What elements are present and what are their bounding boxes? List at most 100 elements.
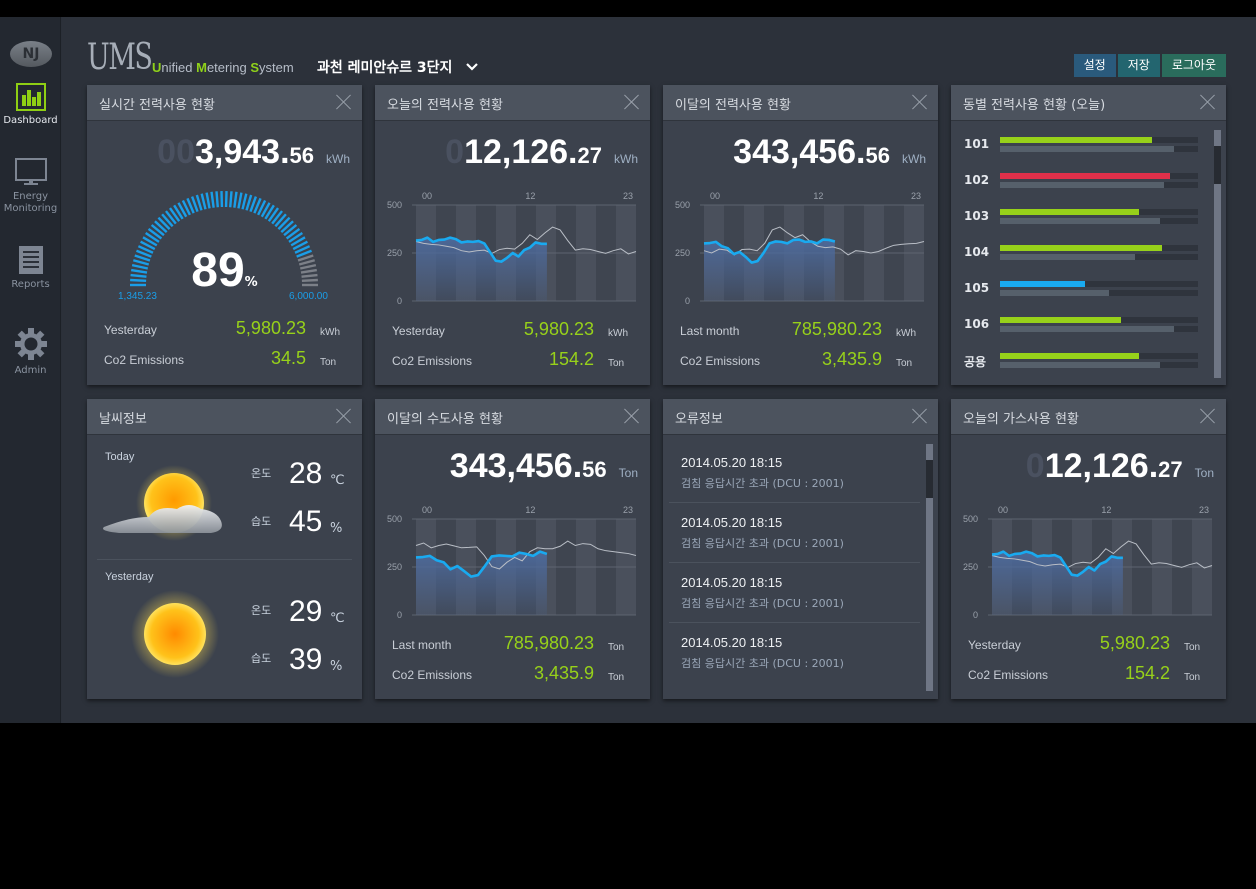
gauge-tick [210, 191, 215, 208]
close-icon[interactable] [624, 408, 640, 424]
save-button[interactable]: 저장 [1117, 54, 1160, 77]
yesterday-temp-label: 온도 [251, 604, 272, 617]
gauge-tick [229, 191, 233, 208]
x-tick-label: 00 [998, 505, 1008, 515]
reading-unit: kWh [902, 152, 926, 166]
bar-track-today [1000, 173, 1198, 179]
stat-unit: kWh [320, 327, 340, 338]
month-water-reading: 343,456.56 Ton [375, 447, 650, 486]
subtitle-text: etering [206, 60, 251, 75]
panel-title: 오늘의 가스사용 현황 [963, 412, 1079, 427]
close-icon[interactable] [624, 94, 640, 110]
weather-divider [97, 559, 352, 560]
today-humidity-unit: % [330, 521, 343, 536]
stat-label: Yesterday [392, 324, 445, 338]
scrollbar[interactable] [1214, 130, 1221, 378]
bar-fill-today [1000, 281, 1086, 287]
close-icon[interactable] [336, 94, 352, 110]
monitor-icon [14, 158, 47, 185]
sidebar-item-dashboard[interactable]: Dashboard [0, 83, 61, 127]
building-name: 106 [964, 317, 990, 331]
bar-track-today [1000, 137, 1198, 143]
site-name: 과천 레미안슈르 3단지 [317, 60, 453, 76]
stat-co2: Co2 Emissions 3,435.9 Ton [392, 662, 638, 684]
building-name: 103 [964, 209, 990, 223]
bar-track-reference [1000, 218, 1198, 224]
y-tick-label: 500 [387, 514, 402, 524]
reading-decimal: 56 [289, 143, 314, 168]
gauge-tick [233, 191, 238, 208]
stat-last-month: Last month 785,980.23 kWh [680, 318, 926, 340]
stat-co2: Co2 Emissions 154.2 Ton [392, 348, 638, 370]
y-tick-label: 0 [397, 296, 402, 305]
close-icon[interactable] [912, 408, 928, 424]
stat-value: 154.2 [1124, 663, 1170, 683]
building-name: 101 [964, 137, 990, 151]
sidebar-item-energy-monitoring[interactable]: Energy Monitoring [0, 157, 61, 215]
bar-track-reference [1000, 326, 1198, 332]
panel-building-power: 동별 전력사용 현황 (오늘) 101 102 103 104 105 106 공용 [951, 85, 1226, 385]
reading-unit: kWh [326, 152, 350, 166]
company-logo: NJ [10, 41, 52, 67]
bar-fill-reference [1000, 182, 1165, 188]
scrollbar-thumb[interactable] [1214, 146, 1221, 184]
gauge-min-label: 1,345.23 [118, 291, 157, 302]
sidebar-item-admin[interactable]: Admin [0, 327, 61, 377]
stat-co2: Co2 Emissions 34.5 Ton [104, 347, 350, 369]
logout-button[interactable]: 로그아웃 [1161, 54, 1226, 77]
bar-track-reference [1000, 146, 1198, 152]
building-name: 공용 [964, 355, 987, 369]
stat-unit: Ton [608, 358, 625, 369]
y-tick-label: 500 [675, 200, 690, 210]
stat-unit: Ton [1184, 672, 1201, 683]
site-selector[interactable]: 과천 레미안슈르 3단지 [317, 57, 479, 77]
today-gas-chart: 500250000 12 23 [963, 505, 1213, 619]
panel-today-power: 오늘의 전력사용 현황 012,126.27 kWh 500 250 0 00 12 23 … [375, 85, 650, 385]
bar-fill-today [1000, 137, 1153, 143]
x-tick-label: 00 [422, 505, 432, 515]
gauge-percent-value: 89 [191, 244, 245, 297]
reading-decimal: 27 [1158, 457, 1183, 482]
building-row: 105 [964, 279, 1204, 301]
panel-errors: 오류정보 2014.05.20 18:15 검침 응답시간 초과 (DCU : … [663, 399, 938, 699]
error-item[interactable]: 2014.05.20 18:15 검침 응답시간 초과 (DCU : 2001) [669, 623, 920, 683]
sidebar-item-reports[interactable]: Reports [0, 245, 61, 291]
close-icon[interactable] [1200, 408, 1216, 424]
panel-header: 실시간 전력사용 현황 [87, 85, 362, 121]
building-row: 공용 [964, 351, 1204, 373]
y-tick-label: 250 [387, 248, 402, 258]
reading-unit: Ton [1194, 466, 1214, 480]
scrollbar-thumb[interactable] [926, 460, 933, 498]
close-icon[interactable] [912, 94, 928, 110]
bar-fill-reference [1000, 254, 1135, 260]
error-item[interactable]: 2014.05.20 18:15 검침 응답시간 초과 (DCU : 2001) [669, 563, 920, 623]
scrollbar[interactable] [926, 444, 933, 691]
close-icon[interactable] [336, 408, 352, 424]
panel-header: 동별 전력사용 현황 (오늘) [951, 85, 1226, 121]
reading-leading-zeros: 0 [1025, 447, 1045, 485]
bar-fill-today [1000, 209, 1139, 215]
bar-fill-today [1000, 173, 1171, 179]
x-tick-label: 23 [1199, 505, 1209, 515]
today-power-reading: 012,126.27 kWh [375, 133, 650, 172]
stat-label: Last month [680, 324, 740, 338]
bar-fill-reference [1000, 362, 1161, 368]
x-tick-label: 12 [1101, 505, 1111, 515]
close-icon[interactable] [1200, 94, 1216, 110]
stat-co2: Co2 Emissions 3,435.9 Ton [680, 348, 926, 370]
bar-fill-reference [1000, 290, 1109, 296]
yesterday-temp-unit: ℃ [330, 611, 345, 626]
error-item[interactable]: 2014.05.20 18:15 검침 응답시간 초과 (DCU : 2001) [669, 443, 920, 503]
bar-fill-reference [1000, 326, 1175, 332]
ums-logo: UMS [87, 37, 153, 78]
stat-label: Co2 Emissions [392, 354, 473, 368]
building-row: 101 [964, 135, 1204, 157]
stat-label: Co2 Emissions [392, 668, 473, 682]
error-item[interactable]: 2014.05.20 18:15 검침 응답시간 초과 (DCU : 2001) [669, 503, 920, 563]
sidebar-item-label: Energy [12, 191, 48, 202]
settings-button[interactable]: 설정 [1073, 54, 1116, 77]
y-tick-label: 0 [685, 296, 690, 305]
stat-last-month: Last month 785,980.23 Ton [392, 632, 638, 654]
panel-title: 날씨정보 [99, 412, 147, 427]
partly-cloudy-icon [103, 465, 222, 541]
